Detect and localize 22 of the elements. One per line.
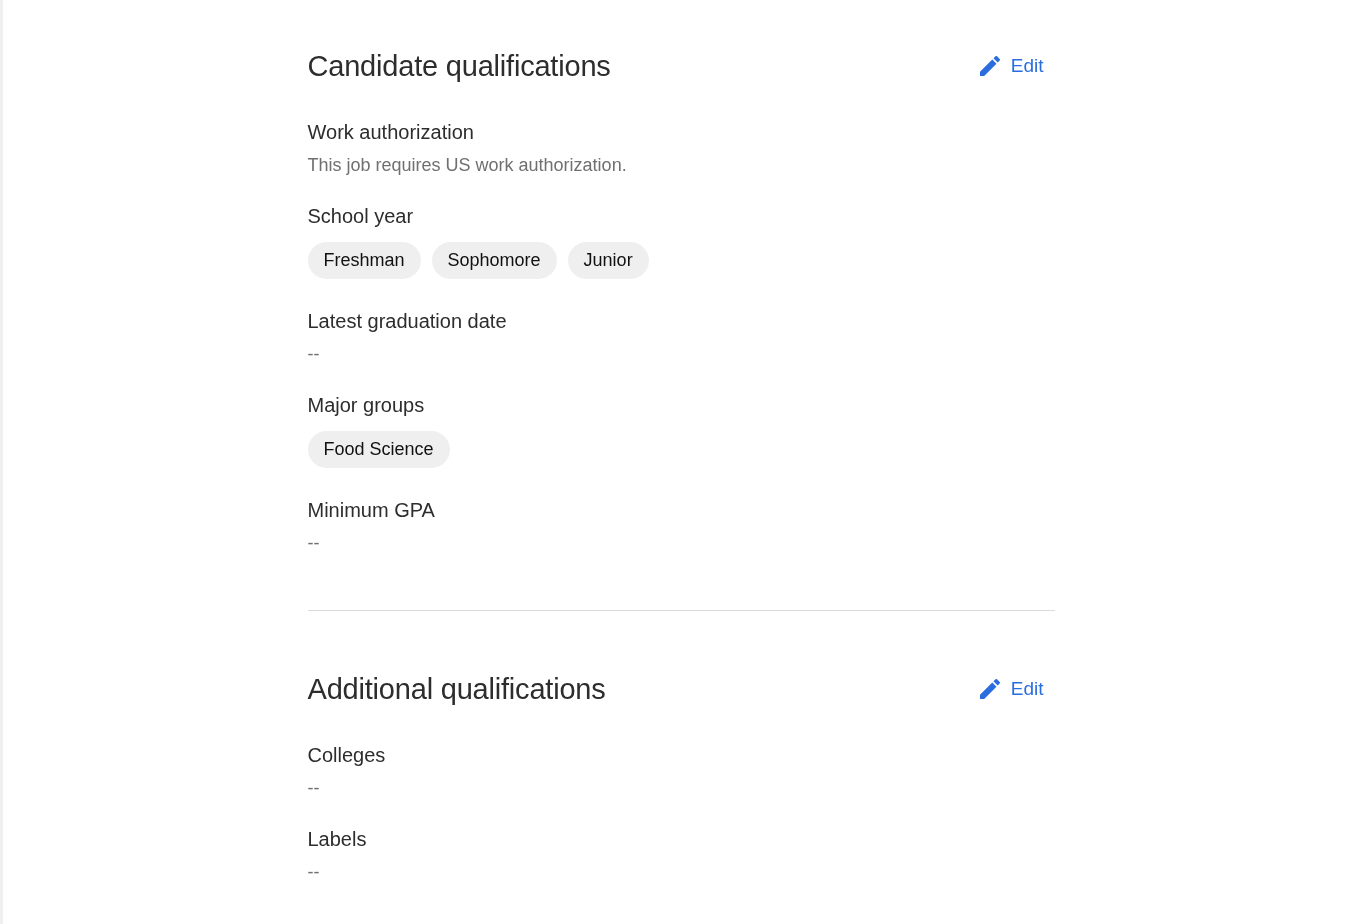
tag: Sophomore bbox=[431, 242, 557, 279]
field-value: -- bbox=[307, 861, 321, 884]
field-label: Latest graduation date bbox=[307, 309, 508, 334]
edit-button[interactable]: Edit bbox=[979, 49, 1055, 83]
field-label: Minimum GPA bbox=[307, 498, 436, 523]
tag: Food Science bbox=[307, 431, 450, 468]
field-value: This job requires US work authorization. bbox=[307, 154, 628, 177]
edit-button[interactable]: Edit bbox=[979, 672, 1055, 706]
pencil-icon bbox=[979, 56, 1000, 76]
section-title: Candidate qualifications bbox=[307, 49, 611, 84]
section-title: Additional qualifications bbox=[307, 672, 606, 707]
field-value: -- bbox=[307, 532, 321, 555]
tag: Freshman bbox=[307, 242, 421, 279]
tag: Junior bbox=[567, 242, 649, 279]
field-label: Major groups bbox=[307, 393, 426, 418]
field-label: Colleges bbox=[307, 743, 387, 768]
field-value: -- bbox=[307, 343, 321, 366]
field-label: Work authorization bbox=[307, 120, 475, 145]
field-value: -- bbox=[307, 777, 321, 800]
pencil-icon bbox=[979, 679, 1000, 699]
field-label: Labels bbox=[307, 827, 368, 852]
field-label: School year bbox=[307, 204, 415, 229]
